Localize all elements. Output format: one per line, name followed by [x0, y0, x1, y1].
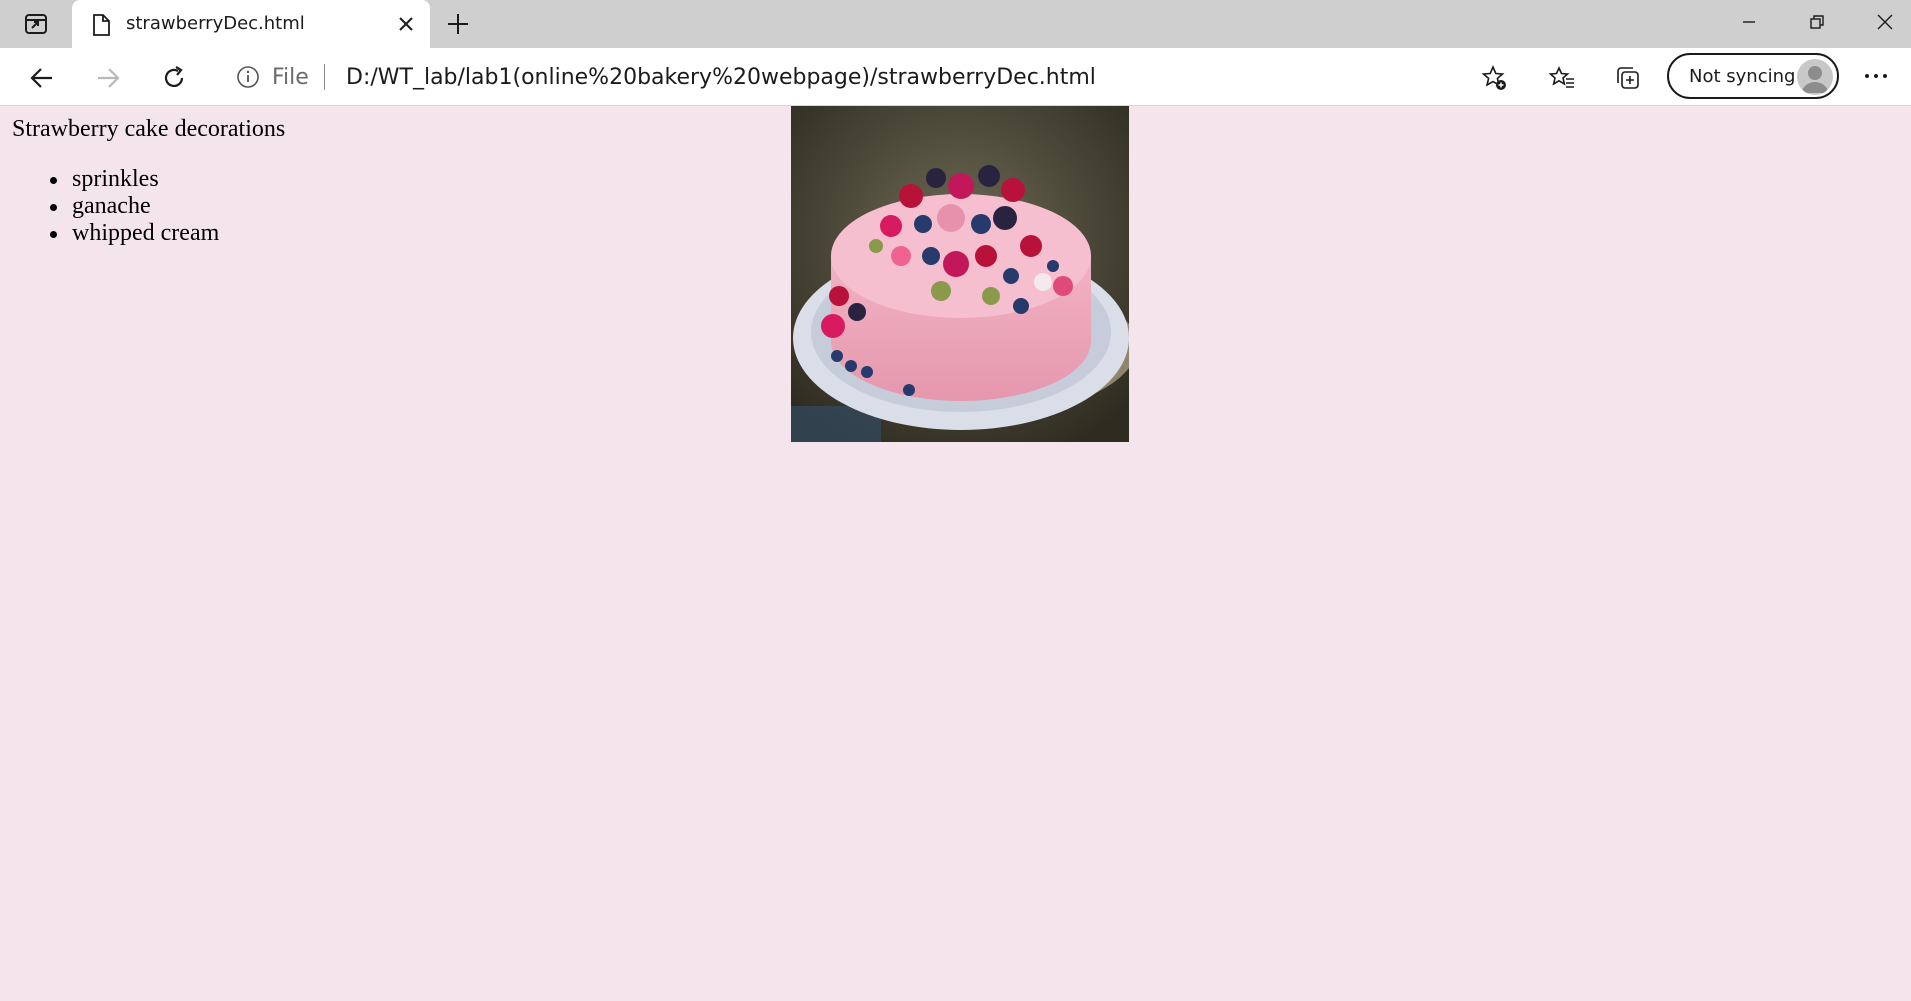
list-item: ganache [46, 193, 219, 220]
favorites-icon [1548, 66, 1574, 88]
address-separator [324, 64, 325, 90]
add-favorite-icon[interactable] [1480, 64, 1508, 92]
forward-arrow-icon [98, 68, 120, 88]
restore-icon [1810, 15, 1824, 29]
browser-toolbar: File D:/WT_lab/lab1(online%20bakery%20we… [0, 48, 1911, 106]
collections-icon [1617, 67, 1639, 89]
tab-actions-button[interactable] [0, 0, 72, 48]
close-tab-icon[interactable] [396, 14, 416, 34]
tab-active[interactable]: strawberryDec.html [72, 0, 430, 48]
refresh-button[interactable] [156, 60, 192, 96]
forward-button[interactable] [90, 60, 126, 96]
tab-title: strawberryDec.html [126, 13, 305, 34]
minimize-icon [1743, 21, 1755, 23]
scheme-label: File [272, 65, 309, 90]
close-window-icon [1877, 14, 1893, 30]
list-item: sprinkles [46, 166, 219, 193]
page-icon [93, 14, 110, 36]
profile-button[interactable]: Not syncing [1667, 53, 1839, 99]
page-content: Strawberry cake decorations sprinkles ga… [0, 106, 1911, 1001]
favorites-button[interactable] [1546, 62, 1578, 94]
more-icon [1865, 74, 1887, 78]
list-item: whipped cream [46, 220, 219, 247]
collections-button[interactable] [1612, 62, 1644, 94]
new-tab-icon[interactable] [444, 10, 472, 38]
page-heading: Strawberry cake decorations [12, 116, 286, 142]
restore-button[interactable] [1792, 6, 1842, 38]
decorations-list: sprinkles ganache whipped cream [46, 166, 219, 247]
settings-and-more-button[interactable] [1862, 62, 1890, 95]
minimize-button[interactable] [1724, 6, 1774, 38]
close-window-button[interactable] [1860, 6, 1910, 38]
back-button[interactable] [24, 60, 60, 96]
person-icon [1802, 66, 1828, 93]
profile-status: Not syncing [1689, 66, 1796, 87]
back-arrow-icon [30, 68, 52, 88]
address-bar[interactable]: File D:/WT_lab/lab1(online%20bakery%20we… [216, 54, 1520, 100]
refresh-icon [164, 66, 184, 87]
url-text[interactable]: D:/WT_lab/lab1(online%20bakery%20webpage… [346, 65, 1096, 90]
cake-image [791, 106, 1129, 442]
info-icon[interactable] [236, 65, 260, 89]
avatar [1797, 59, 1833, 95]
tab-strip: strawberryDec.html [0, 0, 1911, 48]
tab-actions-icon [25, 14, 47, 34]
